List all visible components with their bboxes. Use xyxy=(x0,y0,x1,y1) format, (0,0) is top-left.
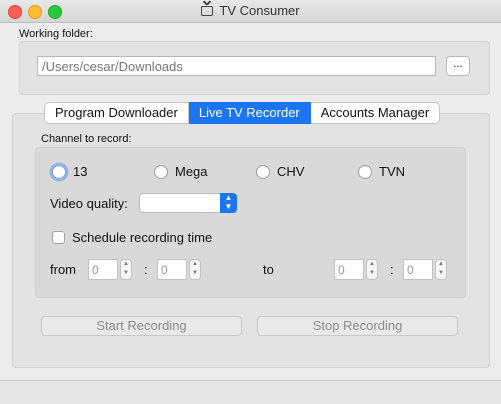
schedule-recording-label: Schedule recording time xyxy=(72,230,213,245)
from-hours-stepper[interactable]: ▲ ▼ xyxy=(120,259,132,280)
checkbox-box[interactable] xyxy=(52,231,65,244)
radio-button-circle[interactable] xyxy=(52,164,66,179)
tab-accounts-manager[interactable]: Accounts Manager xyxy=(310,102,441,124)
from-hours-field[interactable] xyxy=(88,259,118,280)
window-bottom-bar xyxy=(0,380,501,404)
video-quality-popup[interactable]: ▲ ▼ xyxy=(139,193,237,213)
channel-label: Channel to record: xyxy=(41,133,132,145)
channel-option-label: CHV xyxy=(277,164,305,179)
tab-bar: Program Downloader Live TV Recorder Acco… xyxy=(44,102,441,124)
window-title: TV Consumer xyxy=(219,3,300,18)
channel-radio-tvn[interactable]: TVN xyxy=(358,164,405,179)
channel-option-label: TVN xyxy=(379,164,405,179)
chevron-up-down-icon: ▲ ▼ xyxy=(220,193,237,213)
working-folder-label: Working folder: xyxy=(19,28,93,40)
to-minutes-field[interactable] xyxy=(403,259,433,280)
working-folder-path-field[interactable] xyxy=(37,56,436,76)
title-bar: TV Consumer xyxy=(0,0,501,23)
from-minutes-stepper[interactable]: ▲ ▼ xyxy=(189,259,201,280)
from-label: from xyxy=(50,262,76,277)
radio-button-circle[interactable] xyxy=(358,164,372,179)
channel-radio-13[interactable]: 13 xyxy=(52,164,87,179)
tab-live-tv-recorder[interactable]: Live TV Recorder xyxy=(188,102,311,124)
video-quality-label: Video quality: xyxy=(50,196,128,211)
tv-icon xyxy=(201,6,214,16)
time-separator: : xyxy=(390,262,394,277)
from-minutes-field[interactable] xyxy=(157,259,187,280)
radio-button-circle[interactable] xyxy=(154,164,168,179)
to-hours-stepper[interactable]: ▲ ▼ xyxy=(366,259,378,280)
to-label: to xyxy=(263,262,274,277)
channel-radio-mega[interactable]: Mega xyxy=(154,164,208,179)
start-recording-button[interactable]: Start Recording xyxy=(41,316,242,336)
channel-radio-chv[interactable]: CHV xyxy=(256,164,304,179)
schedule-recording-checkbox[interactable]: Schedule recording time xyxy=(52,230,212,245)
to-minutes-stepper[interactable]: ▲ ▼ xyxy=(435,259,447,280)
radio-button-circle[interactable] xyxy=(256,164,270,179)
time-separator: : xyxy=(144,262,148,277)
stop-recording-button[interactable]: Stop Recording xyxy=(257,316,458,336)
channel-option-label: 13 xyxy=(73,164,88,179)
browse-folder-button[interactable]: ... xyxy=(446,56,470,76)
app-window: TV Consumer Working folder: ... Program … xyxy=(0,0,501,404)
to-hours-field[interactable] xyxy=(334,259,364,280)
channel-option-label: Mega xyxy=(175,164,208,179)
tab-program-downloader[interactable]: Program Downloader xyxy=(44,102,189,124)
window-title-area: TV Consumer xyxy=(0,3,501,18)
